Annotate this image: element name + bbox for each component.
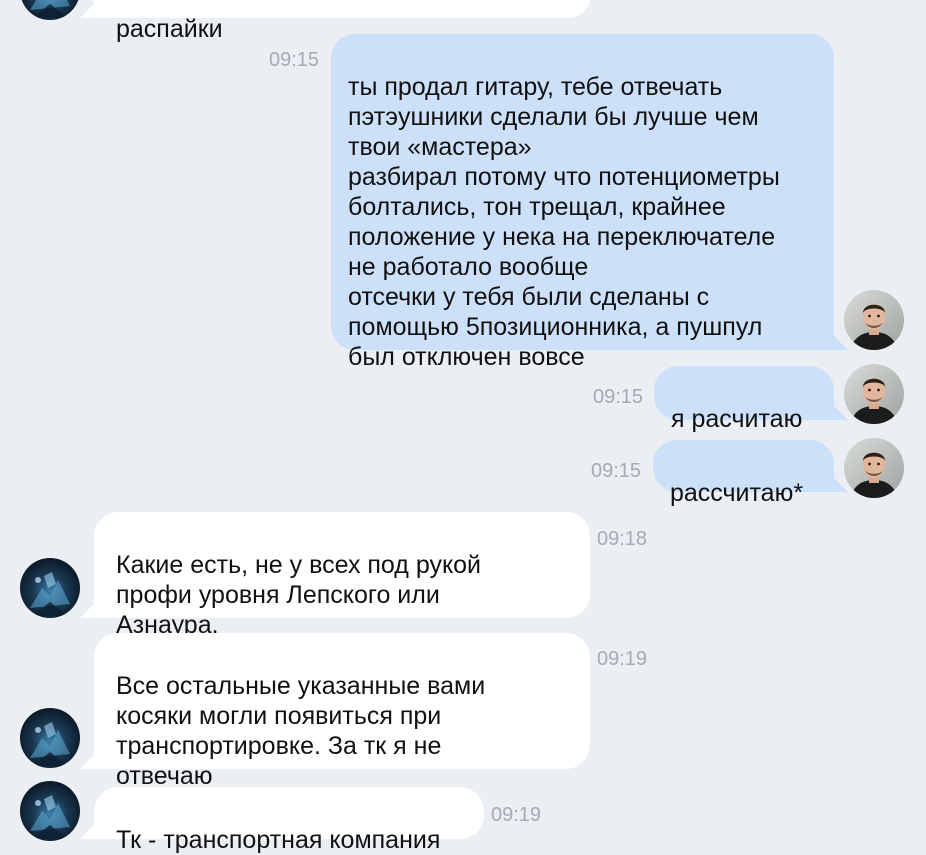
message-text: Тк - транспортная компания [116, 826, 441, 854]
message-time: 09:15 [269, 49, 320, 71]
message-time: 09:15 [593, 386, 644, 408]
user-avatar[interactable] [844, 364, 904, 424]
message-text: распайки [116, 15, 223, 43]
bubble-tail [80, 4, 94, 18]
message-time: 09:15 [591, 460, 642, 482]
contact-avatar[interactable] [20, 708, 80, 768]
bubble-tail [834, 336, 848, 350]
user-avatar[interactable] [844, 290, 904, 350]
message-bubble-outgoing: ты продал гитару, тебе отвечать пэтэушни… [331, 34, 834, 371]
contact-avatar[interactable] [20, 0, 80, 20]
bubble-tail [834, 406, 848, 420]
bubble-tail [80, 755, 94, 769]
message-time: 09:19 [491, 804, 542, 826]
user-avatar[interactable] [844, 438, 904, 498]
message-text: Какие есть, не у всех под рукой профи ур… [116, 551, 482, 639]
message-text: я расчитаю [671, 405, 803, 433]
message-text: Все остальные указанные вами косяки могл… [116, 672, 486, 790]
message-bubble-incoming: распайки [94, 0, 590, 43]
message-text: ты продал гитару, тебе отвечать пэтэушни… [348, 73, 780, 371]
message-bubble-incoming: Какие есть, не у всех под рукой профи ур… [94, 512, 590, 639]
message-bubble-incoming: Тк - транспортная компания [94, 787, 484, 854]
bubble-tail [80, 825, 94, 839]
chat-area: распайки 09:15 ты продал гитару, тебе от… [0, 0, 926, 854]
message-bubble-outgoing: рассчитаю* [653, 440, 834, 507]
message-bubble-incoming: Все остальные указанные вами косяки могл… [94, 633, 590, 790]
bubble-tail [80, 604, 94, 618]
message-time: 09:18 [597, 528, 648, 550]
message-bubble-outgoing: я расчитаю [654, 366, 834, 433]
message-time: 09:19 [597, 648, 648, 670]
message-text: рассчитаю* [670, 479, 804, 507]
contact-avatar[interactable] [20, 558, 80, 618]
contact-avatar[interactable] [20, 781, 80, 841]
